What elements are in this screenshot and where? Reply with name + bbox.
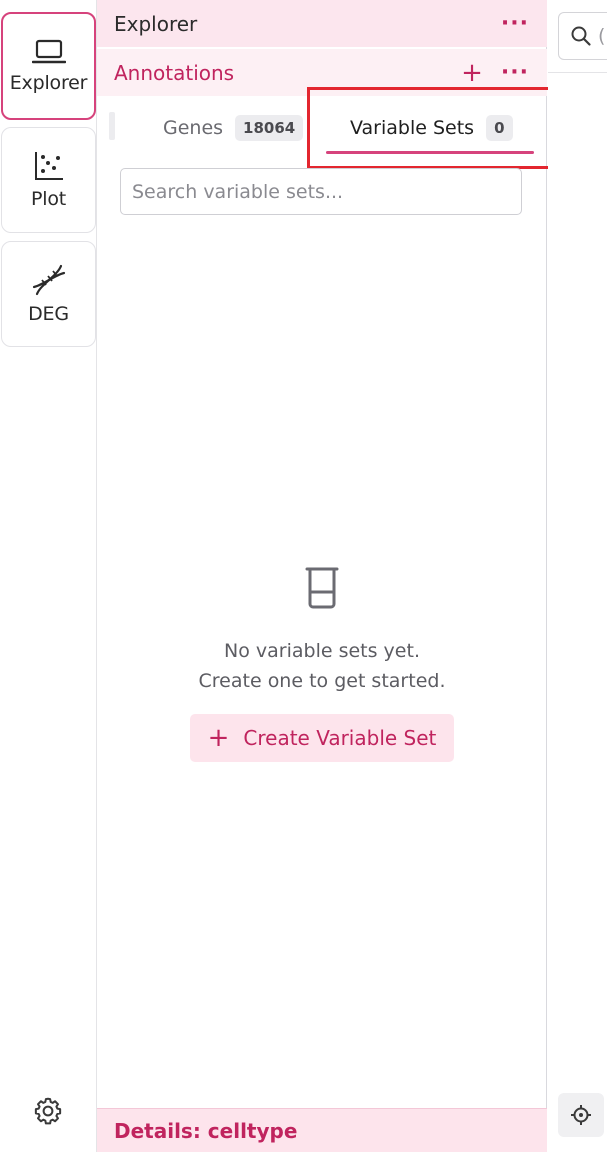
toolbar-divider xyxy=(548,72,607,73)
crosshair-icon xyxy=(571,1105,591,1125)
laptop-icon xyxy=(31,39,66,64)
create-variable-set-button[interactable]: + Create Variable Set xyxy=(189,714,455,762)
details-title: Details: celltype xyxy=(114,1118,298,1143)
rail-item-deg[interactable]: DEG xyxy=(1,241,96,347)
details-footer[interactable]: Details: celltype xyxy=(97,1108,547,1152)
plus-icon: + xyxy=(207,723,230,753)
empty-state-line-2: Create one to get started. xyxy=(198,670,446,692)
rail-item-label: Plot xyxy=(30,188,66,210)
rail-item-explorer[interactable]: Explorer xyxy=(1,12,96,120)
empty-state-line-1: No variable sets yet. xyxy=(224,640,420,662)
panel-title: Explorer xyxy=(114,11,198,36)
add-annotation-button[interactable]: + xyxy=(461,60,483,86)
main-search-input[interactable]: ( xyxy=(558,12,607,60)
scatter-plot-icon xyxy=(34,152,63,180)
gear-icon xyxy=(34,1097,62,1125)
tab-label: Genes xyxy=(163,117,224,139)
settings-button[interactable] xyxy=(30,1093,66,1129)
rail-item-label: Explorer xyxy=(9,72,88,94)
tab-label: Variable Sets xyxy=(350,117,475,139)
section-actions: + ··· xyxy=(461,60,529,86)
right-strip: ( xyxy=(548,0,607,1152)
active-tab-indicator xyxy=(326,151,534,154)
empty-state: No variable sets yet. Create one to get … xyxy=(97,566,547,762)
annotations-header: Annotations + ··· xyxy=(97,49,547,96)
panel-header: Explorer ··· xyxy=(97,0,547,47)
app-root: Explorer Plot DEG Explorer ··· Annotatio… xyxy=(0,0,607,1152)
search-icon xyxy=(571,26,591,46)
tab-genes[interactable]: Genes 18064 xyxy=(163,100,304,156)
count-badge: 18064 xyxy=(235,115,304,141)
section-menu-button[interactable]: ··· xyxy=(501,61,529,84)
create-button-label: Create Variable Set xyxy=(243,726,437,750)
left-rail: Explorer Plot DEG xyxy=(0,0,97,1152)
beaker-icon xyxy=(305,567,339,609)
section-title: Annotations xyxy=(114,60,235,85)
tab-scroll-edge xyxy=(109,112,115,140)
rail-item-label: DEG xyxy=(28,303,69,325)
dna-icon xyxy=(32,264,65,296)
locate-button[interactable] xyxy=(558,1093,604,1137)
panel-menu-button[interactable]: ··· xyxy=(501,12,529,35)
rail-item-plot[interactable]: Plot xyxy=(1,127,96,233)
variable-set-search-input[interactable] xyxy=(120,168,522,215)
tab-variable-sets[interactable]: Variable Sets 0 xyxy=(350,100,513,156)
search-placeholder-fragment: ( xyxy=(598,25,606,47)
explorer-panel: Explorer ··· Annotations + ··· Genes 180… xyxy=(97,0,553,1152)
count-badge: 0 xyxy=(486,115,513,141)
